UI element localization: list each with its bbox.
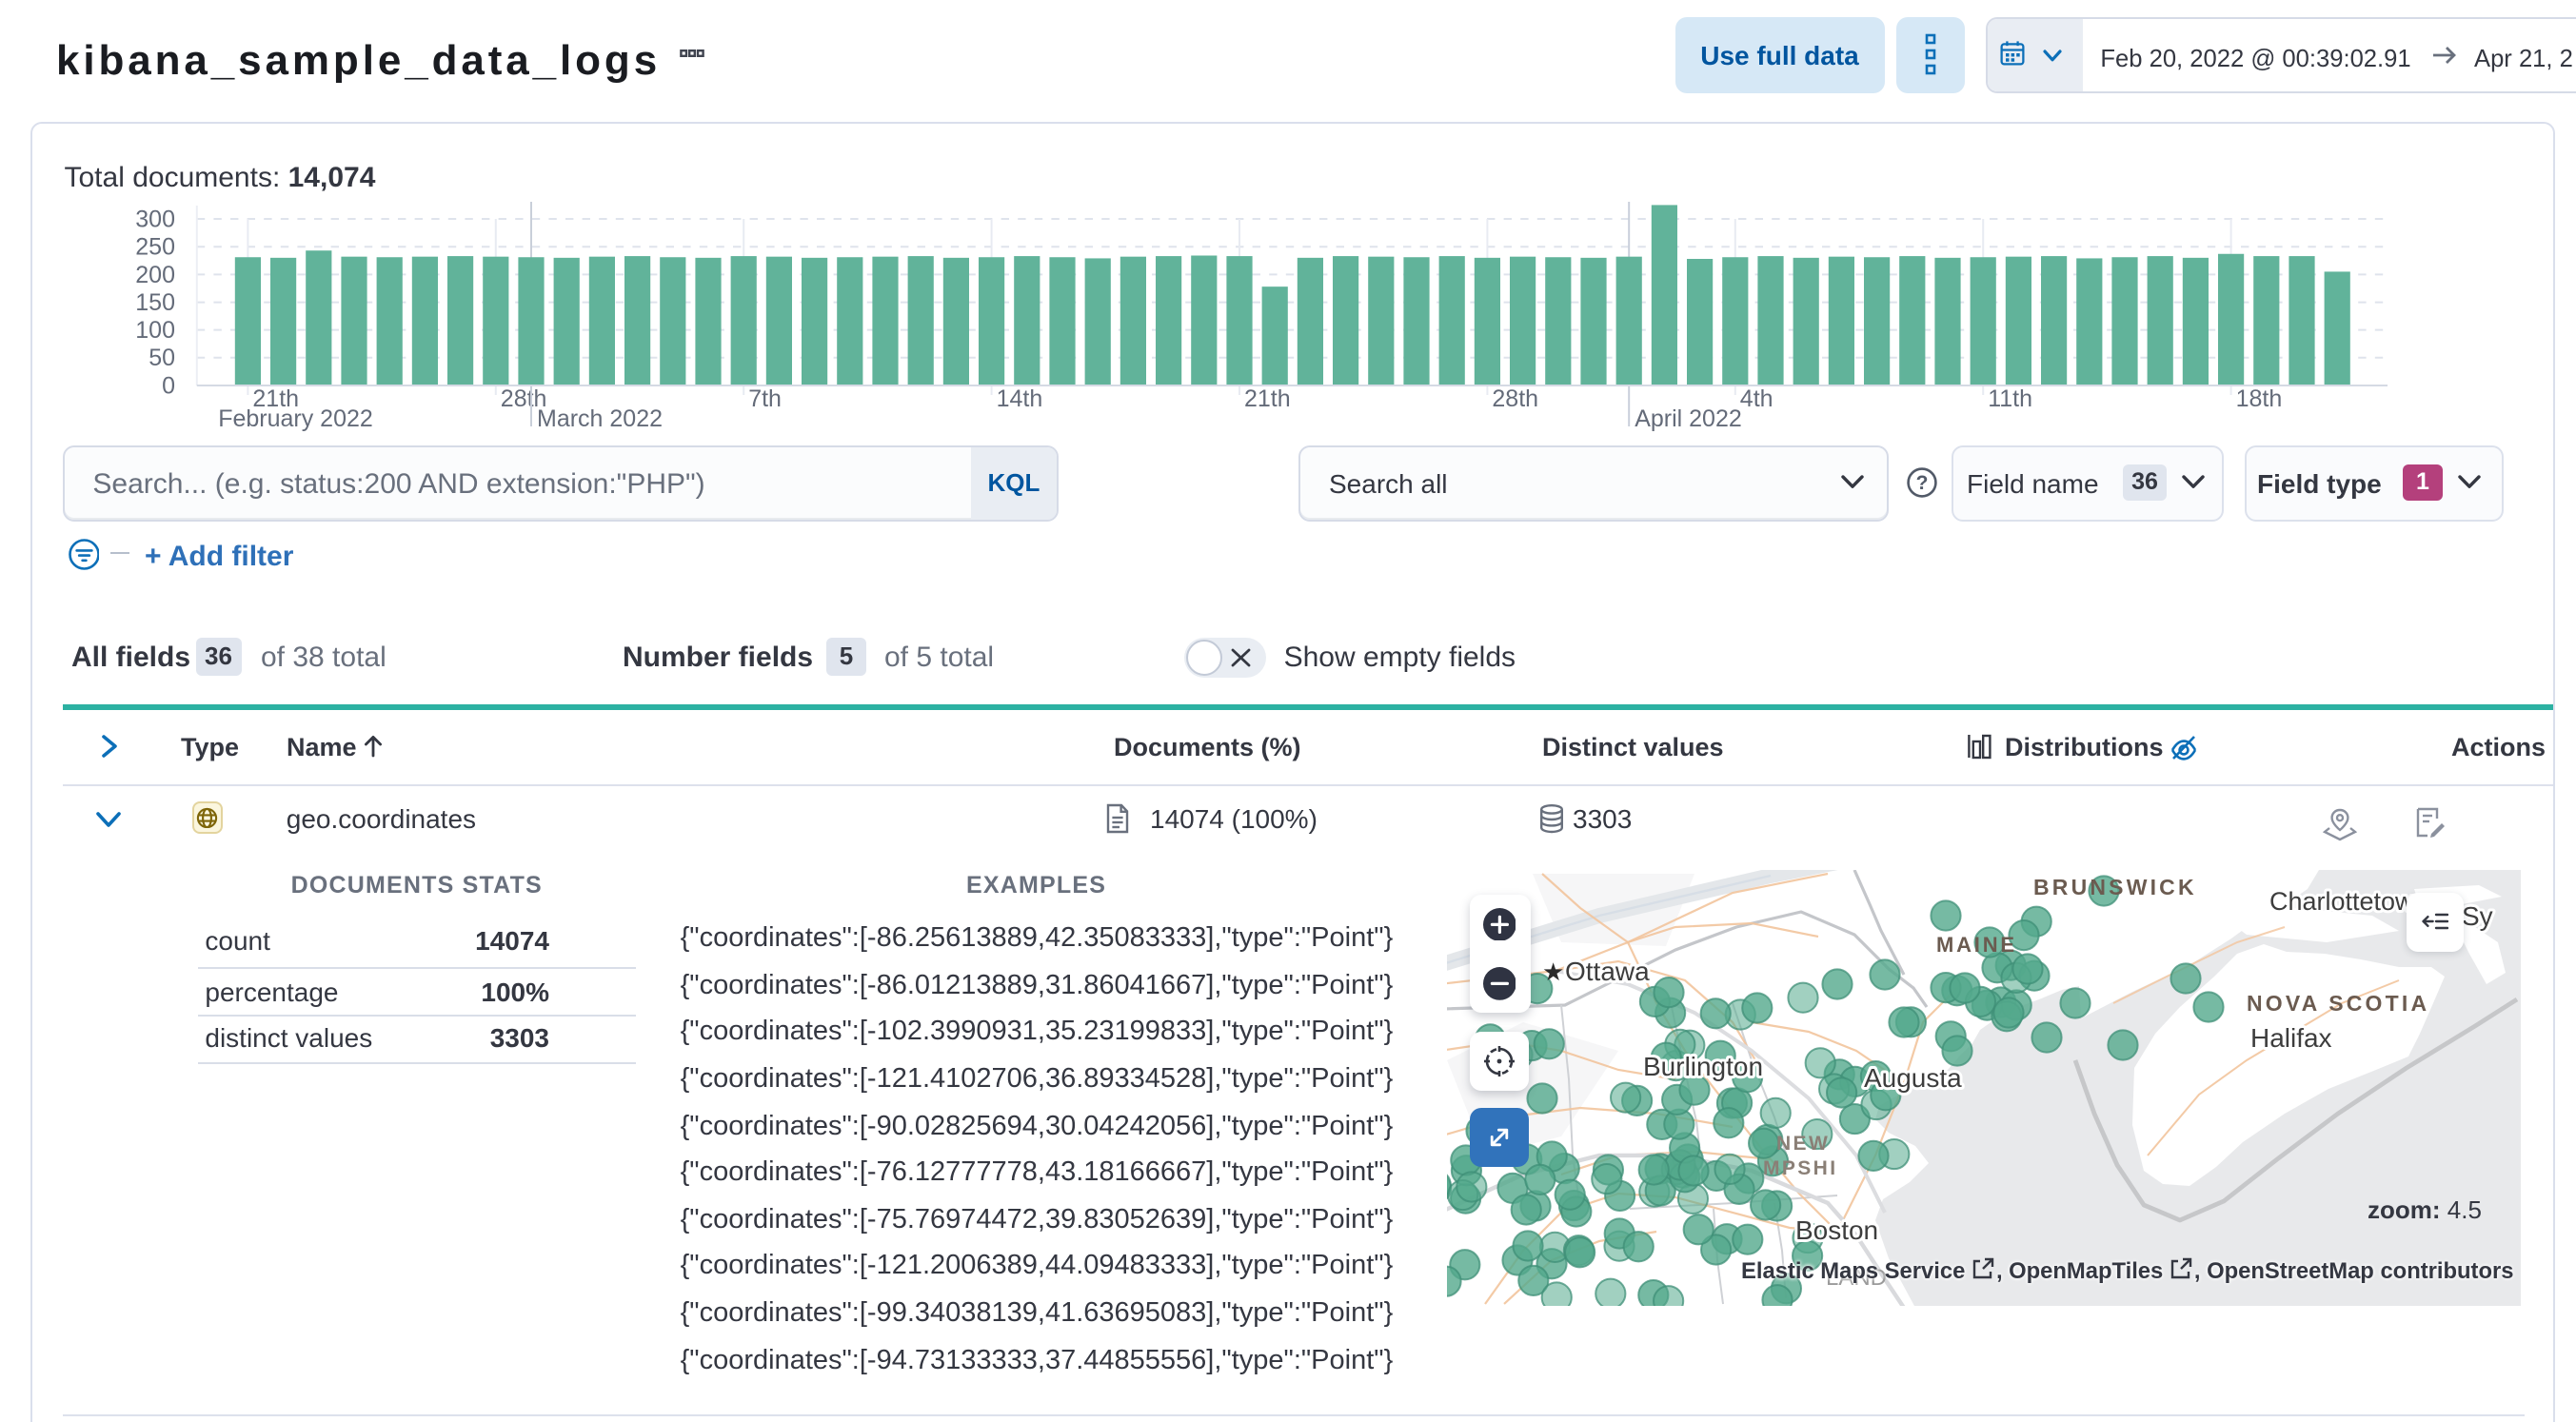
svg-text:March 2022: March 2022 — [537, 405, 663, 432]
svg-text:NOVA SCOTIA: NOVA SCOTIA — [2246, 990, 2428, 1015]
svg-text:Augusta: Augusta — [1863, 1062, 1961, 1092]
svg-text:21th: 21th — [1244, 385, 1291, 412]
svg-text:Boston: Boston — [1794, 1215, 1877, 1244]
svg-text:300: 300 — [135, 206, 175, 232]
svg-text:250: 250 — [135, 234, 175, 261]
svg-text:April 2022: April 2022 — [1635, 405, 1742, 432]
svg-text:MAINE: MAINE — [1935, 932, 2016, 956]
svg-text:February 2022: February 2022 — [218, 405, 373, 432]
svg-text:18th: 18th — [2236, 385, 2283, 412]
svg-text:★: ★ — [1541, 957, 1563, 985]
svg-text:?: ? — [1916, 472, 1929, 494]
svg-text:BRUNSWICK: BRUNSWICK — [2032, 874, 2196, 899]
svg-text:28th: 28th — [1492, 385, 1538, 412]
svg-text:200: 200 — [135, 262, 175, 288]
svg-text:NEW: NEW — [1775, 1132, 1829, 1154]
svg-text:11th: 11th — [1988, 385, 2032, 412]
svg-text:Sy: Sy — [2461, 900, 2492, 930]
svg-text:150: 150 — [135, 289, 175, 316]
svg-text:Burlington: Burlington — [1642, 1051, 1762, 1080]
svg-text:MPSHI: MPSHI — [1762, 1156, 1836, 1178]
svg-text:14th: 14th — [997, 385, 1043, 412]
svg-text:Ottawa: Ottawa — [1564, 956, 1649, 985]
svg-text:50: 50 — [149, 345, 175, 371]
svg-text:7th: 7th — [748, 385, 782, 412]
svg-text:100: 100 — [135, 317, 175, 344]
svg-text:Charlottetown: Charlottetown — [2269, 886, 2427, 915]
svg-text:4th: 4th — [1740, 385, 1773, 412]
svg-text:Halifax: Halifax — [2249, 1022, 2331, 1052]
svg-text:0: 0 — [162, 372, 175, 399]
